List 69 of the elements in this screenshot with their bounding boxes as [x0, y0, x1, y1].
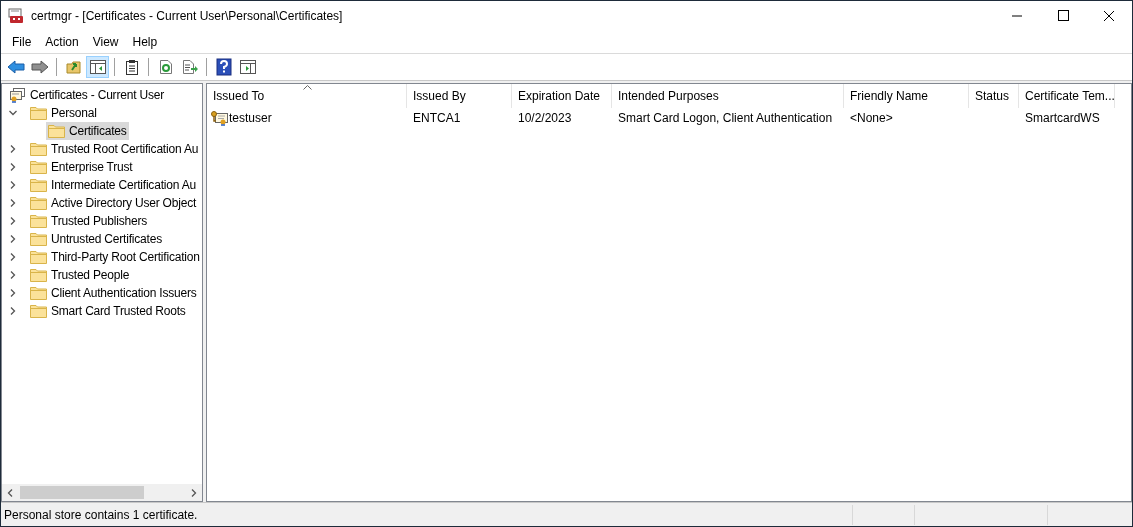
chevron-right-icon[interactable] — [8, 270, 18, 280]
tree-pane-icon — [88, 59, 107, 75]
tree-item[interactable]: Personal — [28, 104, 99, 122]
tree-item[interactable]: Client Authentication Issuers — [28, 284, 199, 302]
tree-item[interactable]: Certificates — [46, 122, 129, 140]
column-header[interactable]: Status — [969, 84, 1019, 108]
window-title: certmgr - [Certificates - Current User\Personal\Certificates] — [31, 9, 344, 23]
clipboard-icon — [123, 59, 140, 75]
chevron-right-icon[interactable] — [8, 198, 18, 208]
table-cell: <None> — [850, 110, 893, 125]
tree-item[interactable]: Active Directory User Object — [28, 194, 199, 212]
menu-item[interactable]: View — [85, 35, 126, 49]
chevron-right-icon[interactable] — [8, 216, 18, 226]
folder-icon — [30, 178, 47, 192]
certificate-icon — [9, 87, 26, 103]
folder-icon — [30, 106, 47, 120]
tree-item[interactable]: Certificates - Current User — [7, 86, 166, 104]
tree-item[interactable]: Enterprise Trust — [28, 158, 135, 176]
certificate-key-icon — [211, 109, 228, 126]
folder-icon — [30, 250, 47, 264]
tree-item[interactable]: Trusted People — [28, 266, 132, 284]
table-cell: SmartcardWS — [1025, 110, 1100, 125]
tree-item[interactable]: Third-Party Root Certification — [28, 248, 202, 266]
chevron-right-icon[interactable] — [8, 252, 18, 262]
tree-item[interactable]: Intermediate Certification Au — [28, 176, 198, 194]
folder-icon — [30, 160, 47, 174]
table-cell: 10/2/2023 — [518, 110, 572, 125]
column-header[interactable]: Issued To — [207, 84, 407, 108]
folder-icon — [30, 232, 47, 246]
column-header[interactable]: Friendly Name — [844, 84, 969, 108]
chevron-right-icon[interactable] — [8, 288, 18, 298]
menu-item[interactable]: Help — [125, 35, 165, 49]
folder-icon — [30, 304, 47, 318]
chevron-right-icon[interactable] — [8, 306, 18, 316]
chevron-right-icon[interactable] — [8, 180, 18, 190]
folder-icon — [30, 214, 47, 228]
menu-item[interactable]: Action — [38, 35, 86, 49]
folder-icon — [48, 124, 65, 138]
tree-item[interactable]: Untrusted Certificates — [28, 230, 164, 248]
tree-item[interactable]: Trusted Root Certification Au — [28, 140, 201, 158]
folder-up-icon — [65, 59, 82, 75]
export-icon — [180, 59, 199, 75]
tree-item[interactable]: Trusted Publishers — [28, 212, 149, 230]
folder-icon — [30, 142, 47, 156]
tree-item[interactable]: Smart Card Trusted Roots — [28, 302, 188, 320]
folder-icon — [30, 268, 47, 282]
help-icon — [215, 58, 232, 76]
chevron-down-icon[interactable] — [8, 108, 18, 118]
table-cell: ENTCA1 — [413, 110, 461, 125]
refresh-icon — [157, 59, 174, 75]
forward-arrow-icon — [30, 59, 49, 75]
chevron-right-icon[interactable] — [8, 144, 18, 154]
column-header[interactable]: Expiration Date — [512, 84, 612, 108]
horizontal-scrollbar[interactable] — [2, 484, 202, 501]
show-tree-button[interactable] — [86, 56, 109, 78]
chevron-right-icon[interactable] — [8, 162, 18, 172]
certificate-toolbox-icon — [8, 8, 24, 24]
menu-item[interactable]: File — [5, 35, 39, 49]
table-cell: Smart Card Logon, Client Authentication — [618, 110, 833, 125]
column-header[interactable]: Intended Purposes — [612, 84, 844, 108]
back-arrow-icon — [6, 59, 25, 75]
table-cell: testuser — [229, 110, 272, 125]
status-text: Personal store contains 1 certificate. — [3, 507, 199, 522]
folder-icon — [30, 286, 47, 300]
column-header[interactable]: Issued By — [407, 84, 512, 108]
chevron-right-icon[interactable] — [8, 234, 18, 244]
folder-icon — [30, 196, 47, 210]
action-pane-icon — [238, 59, 257, 75]
column-header[interactable]: Certificate Tem... — [1019, 84, 1115, 108]
